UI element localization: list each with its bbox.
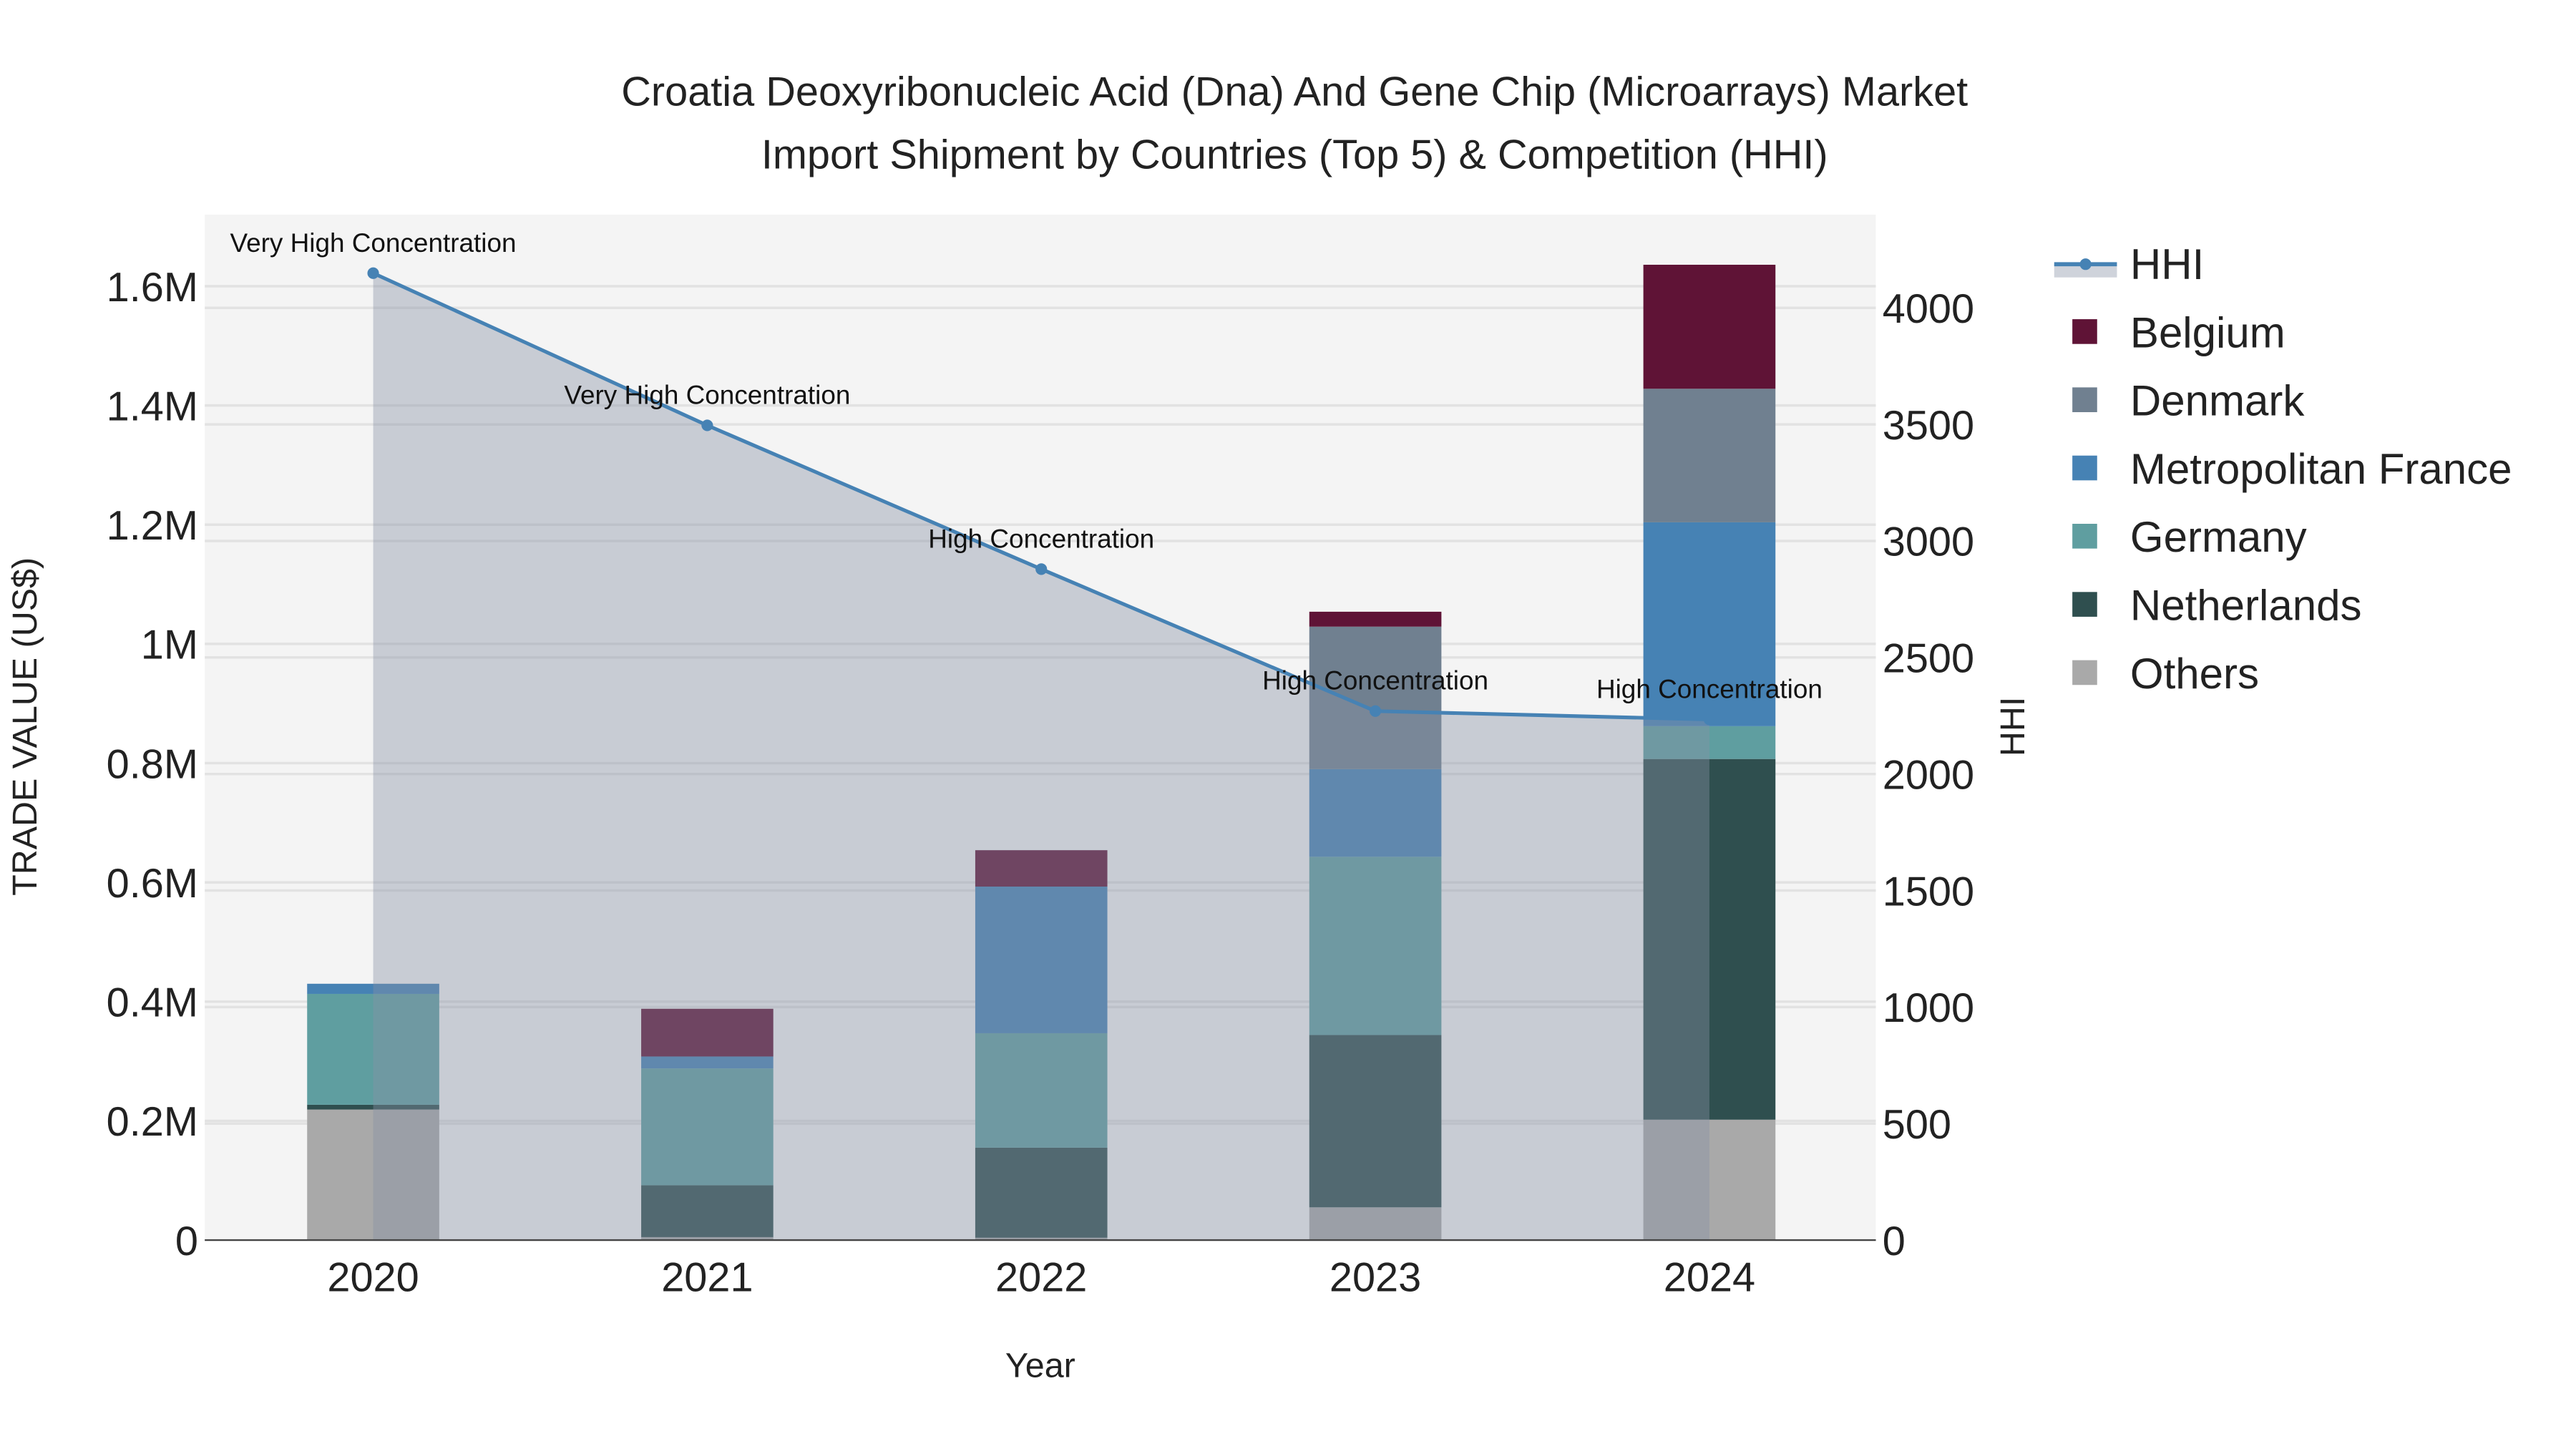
y-tick-label: 0.6M bbox=[107, 861, 198, 907]
y2-tick-label: 1000 bbox=[1883, 985, 1974, 1031]
y-tick-label: 1.2M bbox=[107, 503, 198, 549]
y2-tick-label: 1500 bbox=[1883, 869, 1974, 914]
legend-swatch bbox=[2072, 660, 2097, 686]
legend-item-germany[interactable]: Germany bbox=[2072, 513, 2307, 561]
y-axis-ticks: 0 0.2M 0.4M 0.6M 0.8M 1M 1.2M 1.4M 1.6M bbox=[107, 265, 198, 1264]
y2-tick-label: 2000 bbox=[1883, 752, 1974, 798]
legend-label: Metropolitan France bbox=[2130, 445, 2512, 493]
legend-label: HHI bbox=[2130, 240, 2204, 288]
y2-tick-label: 3500 bbox=[1883, 403, 1974, 449]
y2-tick-label: 500 bbox=[1883, 1102, 1951, 1148]
legend-label: Belgium bbox=[2130, 308, 2285, 356]
hhi-annotation: Very High Concentration bbox=[230, 228, 517, 258]
hhi-point-2024[interactable] bbox=[1703, 713, 1715, 726]
chart-title-line1: Croatia Deoxyribonucleic Acid (Dna) And … bbox=[621, 69, 1968, 115]
x-axis-ticks: 2020 2021 2022 2023 2024 bbox=[327, 1255, 1755, 1301]
legend-label: Others bbox=[2130, 650, 2259, 698]
chart-title-line2: Import Shipment by Countries (Top 5) & C… bbox=[761, 132, 1828, 177]
y2-tick-label: 4000 bbox=[1883, 286, 1974, 332]
hhi-annotation: Very High Concentration bbox=[564, 380, 850, 409]
y2-axis-ticks: 0 500 1000 1500 2000 2500 3000 3500 4000 bbox=[1883, 286, 1974, 1264]
bar-belgium-2024[interactable] bbox=[1643, 264, 1776, 389]
x-tick-label: 2022 bbox=[995, 1255, 1087, 1301]
legend-swatch bbox=[2072, 319, 2097, 344]
y-tick-label: 0 bbox=[175, 1219, 198, 1264]
x-tick-label: 2023 bbox=[1330, 1255, 1421, 1301]
legend-item-hhi[interactable]: HHI bbox=[2054, 240, 2204, 288]
legend-item-others[interactable]: Others bbox=[2072, 650, 2259, 698]
hhi-point-2022[interactable] bbox=[1035, 563, 1048, 575]
legend-swatch bbox=[2072, 592, 2097, 617]
y2-tick-label: 0 bbox=[1883, 1219, 1906, 1264]
y2-tick-label: 2500 bbox=[1883, 636, 1974, 682]
legend-item-netherlands[interactable]: Netherlands bbox=[2072, 582, 2361, 630]
legend-item-metropolitan-france[interactable]: Metropolitan France bbox=[2072, 445, 2512, 493]
legend-item-belgium[interactable]: Belgium bbox=[2072, 308, 2285, 356]
y-axis-label: TRADE VALUE (US$) bbox=[6, 557, 44, 896]
hhi-point-2023[interactable] bbox=[1370, 705, 1382, 717]
bar-belgium-2023[interactable] bbox=[1309, 611, 1442, 627]
legend-label: Germany bbox=[2130, 513, 2307, 561]
legend-swatch-marker bbox=[2079, 258, 2092, 270]
legend-label: Netherlands bbox=[2130, 582, 2362, 630]
legend: HHI Belgium Denmark Metropolitan France Germ… bbox=[2054, 240, 2512, 698]
hhi-point-2021[interactable] bbox=[701, 419, 713, 431]
legend-item-denmark[interactable]: Denmark bbox=[2072, 377, 2305, 425]
legend-swatch bbox=[2072, 524, 2097, 549]
x-tick-label: 2024 bbox=[1664, 1255, 1755, 1301]
bar-denmark-2024[interactable] bbox=[1643, 389, 1776, 522]
y-tick-label: 1.4M bbox=[107, 384, 198, 429]
x-tick-label: 2020 bbox=[327, 1255, 419, 1301]
y2-axis-label: HHI bbox=[1994, 697, 2032, 756]
legend-swatch bbox=[2072, 387, 2097, 412]
hhi-annotation: High Concentration bbox=[928, 524, 1154, 553]
hhi-annotation: High Concentration bbox=[1262, 666, 1488, 696]
y2-tick-label: 3000 bbox=[1883, 519, 1974, 565]
x-tick-label: 2021 bbox=[661, 1255, 753, 1301]
chart: Very High Concentration Very High Concent… bbox=[6, 69, 2512, 1385]
hhi-annotation: High Concentration bbox=[1596, 674, 1823, 703]
y-tick-label: 0.8M bbox=[107, 741, 198, 787]
y-tick-label: 0.4M bbox=[107, 980, 198, 1026]
legend-label: Denmark bbox=[2130, 377, 2305, 425]
y-tick-label: 0.2M bbox=[107, 1099, 198, 1145]
hhi-point-2020[interactable] bbox=[367, 267, 379, 279]
y-tick-label: 1M bbox=[141, 623, 198, 668]
y-tick-label: 1.6M bbox=[107, 265, 198, 311]
x-axis-label: Year bbox=[1005, 1347, 1075, 1385]
legend-swatch bbox=[2072, 455, 2097, 481]
